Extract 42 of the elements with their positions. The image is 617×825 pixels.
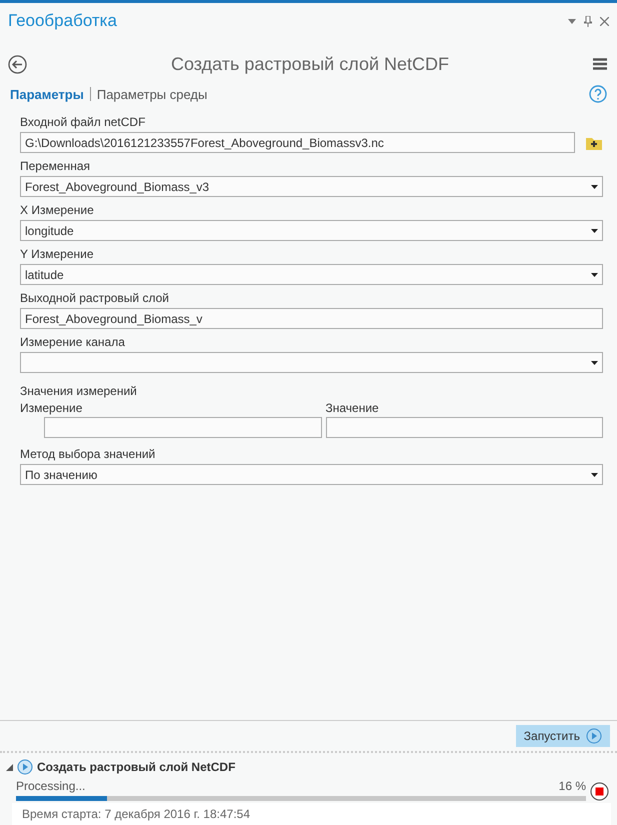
start-time-text: Время старта: 7 декабря 2016 г. 18:47:54 [22,807,250,821]
run-button[interactable]: Запустить [516,725,610,747]
dropdown-caret-icon[interactable] [591,184,598,188]
play-icon [586,728,602,744]
dropdown-field[interactable]: longitude [20,220,603,241]
field-label: Y Измерение [20,247,95,261]
status-text: Processing... [16,779,86,793]
play-icon [17,759,33,775]
dropdown-field[interactable]: latitude [20,264,603,285]
dropdown-field[interactable]: Forest_Aboveground_Biomass_v3 [20,176,603,197]
field-label: Измерение канала [20,335,126,349]
field-label: X Измерение [20,203,95,217]
input-field[interactable] [44,417,322,438]
stop-icon[interactable] [590,782,609,801]
window-title: Геообработка [8,11,118,31]
input-field[interactable]: G:\Downloads\2016121233557Forest_Aboveground_Biomassv3.nc [20,132,575,153]
input-field[interactable] [326,417,603,438]
dropdown-caret-icon[interactable] [591,272,598,276]
column-label: Значение [326,401,380,415]
field-label: Входной файл netCDF [20,115,146,129]
dropdown-field[interactable] [20,352,603,373]
column-label: Измерение [20,401,84,415]
dropdown-field[interactable]: По значению [20,464,603,485]
percent-text: 16 % [558,779,586,793]
close-icon[interactable] [600,16,609,26]
input-field[interactable]: Forest_Aboveground_Biomass_v [20,308,603,329]
back-icon[interactable] [8,54,27,74]
tool-title: Создать растровый слой NetCDF [170,54,450,74]
dropdown-caret-icon[interactable] [591,228,598,232]
tab[interactable]: Параметры среды [96,86,214,102]
field-label: Выходной растровый слой [20,291,170,305]
field-label: Значения измерений [20,384,138,398]
dropdown-caret-icon[interactable] [591,472,598,476]
collapse-triangle-icon[interactable] [6,764,13,770]
tab[interactable]: Параметры [10,86,90,102]
field-label: Метод выбора значений [20,447,156,461]
pin-icon[interactable] [584,16,592,26]
menu-icon[interactable] [593,58,607,70]
field-label: Переменная [20,159,91,173]
dropdown-caret-icon[interactable] [591,360,598,364]
result-title: Создать растровый слой NetCDF [37,760,236,774]
help-icon[interactable] [589,85,607,103]
